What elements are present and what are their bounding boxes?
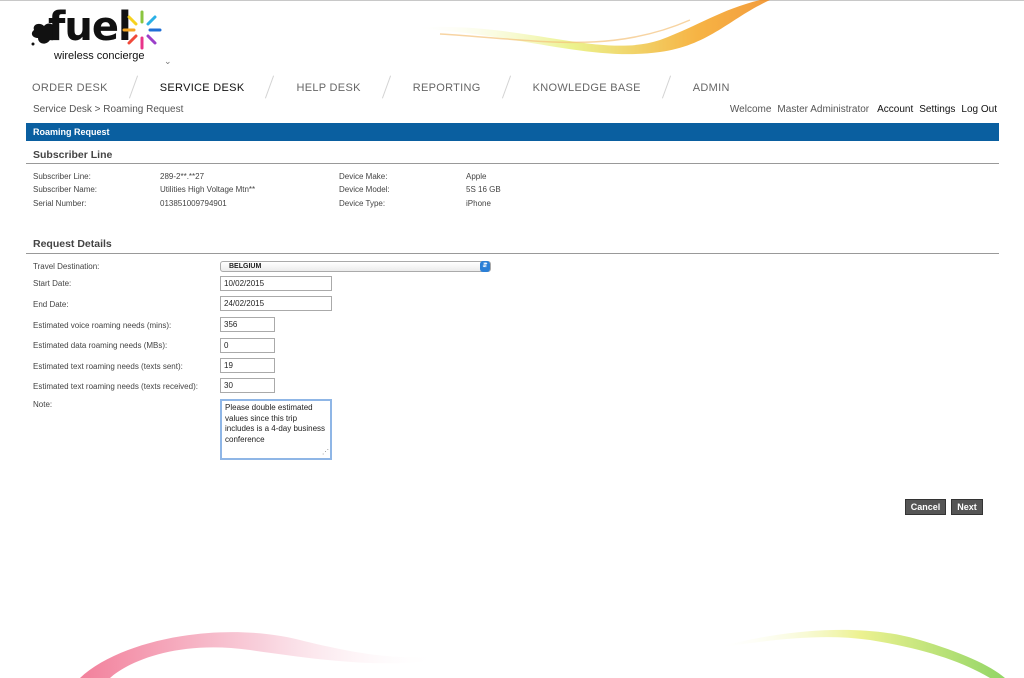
device-model-label: Device Model: — [339, 185, 390, 194]
nav-separator — [262, 77, 278, 99]
end-date-input[interactable]: 24/02/2015 — [220, 296, 332, 311]
logo-wordmark: fuel — [48, 4, 132, 50]
device-make-value: Apple — [466, 172, 487, 181]
section-divider — [26, 253, 999, 254]
nav-separator — [379, 77, 395, 99]
decorative-swoosh-graphics — [80, 0, 1005, 678]
nav-separator — [126, 77, 142, 99]
main-nav: ORDER DESK SERVICE DESK HELP DESK REPORT… — [22, 78, 740, 98]
device-type-value: iPhone — [466, 199, 491, 208]
travel-destination-label: Travel Destination: — [33, 262, 100, 271]
note-textarea[interactable]: Please double estimated values since thi… — [220, 399, 332, 460]
texts-received-label: Estimated text roaming needs (texts rece… — [33, 382, 198, 391]
settings-link[interactable]: Settings — [919, 104, 955, 115]
note-text: Please double estimated values since thi… — [225, 403, 326, 444]
travel-destination-select[interactable]: BELGIUM ⇵ — [220, 261, 491, 272]
request-section-title: Request Details — [33, 238, 112, 250]
subscriber-line-label: Subscriber Line: — [33, 172, 91, 181]
resize-handle-icon[interactable]: ⋰ — [322, 448, 329, 459]
logout-link[interactable]: Log Out — [961, 104, 997, 115]
nav-service-desk[interactable]: SERVICE DESK — [150, 82, 255, 94]
logo-tagline: wireless concierge — [54, 50, 145, 62]
device-model-value: 5S 16 GB — [466, 185, 501, 194]
subscriber-name-label: Subscriber Name: — [33, 185, 98, 194]
end-date-label: End Date: — [33, 300, 69, 309]
data-roaming-input[interactable]: 0 — [220, 338, 275, 353]
page-title: Roaming Request — [26, 123, 999, 141]
texts-received-input[interactable]: 30 — [220, 378, 275, 393]
voice-roaming-input[interactable]: 356 — [220, 317, 275, 332]
account-link[interactable]: Account — [877, 104, 913, 115]
user-name: Master Administrator — [777, 104, 870, 115]
nav-knowledge-base[interactable]: KNOWLEDGE BASE — [523, 82, 651, 94]
select-arrows-icon: ⇵ — [480, 261, 490, 272]
subscriber-section-title: Subscriber Line — [33, 149, 113, 161]
fuel-logo[interactable]: fuel wireless concierge — [30, 4, 170, 66]
serial-number-value: 013851009794901 — [160, 199, 227, 208]
subscriber-name-value: Utilities High Voltage Mtn** — [160, 185, 256, 194]
device-make-label: Device Make: — [339, 172, 388, 181]
texts-sent-input[interactable]: 19 — [220, 358, 275, 373]
nav-separator — [499, 77, 515, 99]
nav-reporting[interactable]: REPORTING — [403, 82, 491, 94]
start-date-input[interactable]: 10/02/2015 — [220, 276, 332, 291]
welcome-text: Welcome — [729, 104, 772, 115]
texts-sent-label: Estimated text roaming needs (texts sent… — [33, 362, 183, 371]
subscriber-line-value: 289-2**.**27 — [160, 172, 205, 181]
serial-number-label: Serial Number: — [33, 199, 87, 208]
nav-order-desk[interactable]: ORDER DESK — [22, 82, 118, 94]
voice-roaming-label: Estimated voice roaming needs (mins): — [33, 321, 172, 330]
cancel-button[interactable]: Cancel — [905, 499, 946, 515]
device-type-label: Device Type: — [339, 199, 386, 208]
nav-help-desk[interactable]: HELP DESK — [286, 82, 370, 94]
note-label: Note: — [33, 400, 53, 409]
section-divider — [26, 163, 999, 164]
next-button[interactable]: Next — [951, 499, 983, 515]
breadcrumb: Service Desk > Roaming Request — [33, 104, 184, 115]
start-date-label: Start Date: — [33, 279, 72, 288]
nav-separator — [659, 77, 675, 99]
data-roaming-label: Estimated data roaming needs (MBs): — [33, 341, 168, 350]
color-burst-icon — [122, 10, 162, 50]
top-border — [0, 0, 1024, 1]
nav-admin[interactable]: ADMIN — [683, 82, 740, 94]
travel-destination-value: BELGIUM — [229, 263, 262, 270]
chevron-down-icon[interactable]: ⌄ — [164, 56, 172, 67]
user-bar: Welcome Master Administrator Account Set… — [730, 104, 997, 115]
